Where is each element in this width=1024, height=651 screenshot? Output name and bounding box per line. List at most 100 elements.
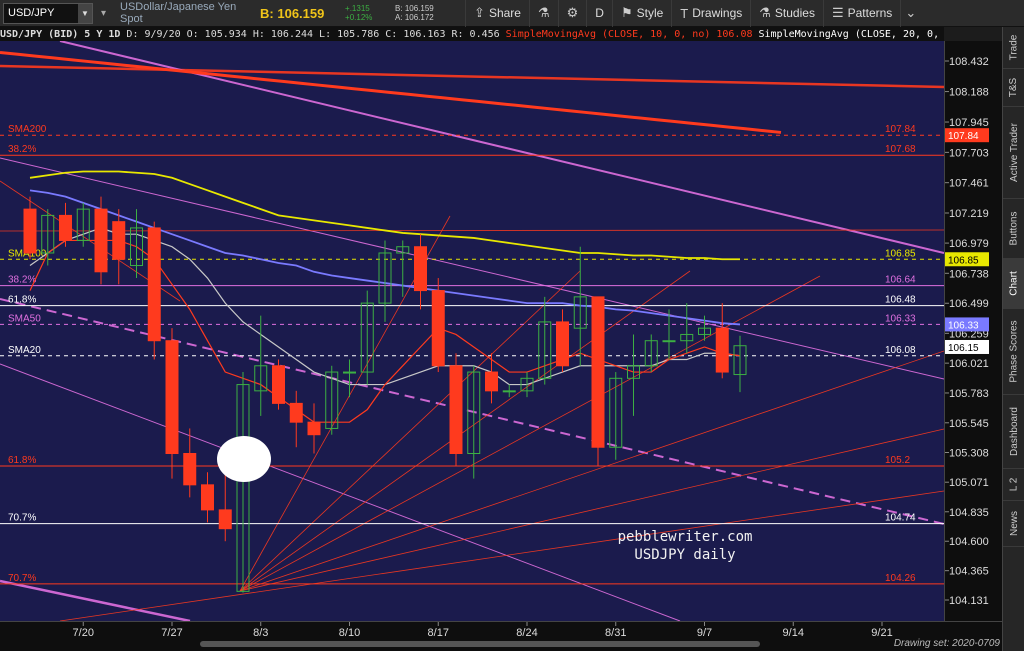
header-date: D: 9/9/20 xyxy=(126,28,181,40)
price-tag-label: 106.33 xyxy=(948,320,979,331)
y-tick-label: 107.461 xyxy=(949,178,989,190)
tab-phase-scores[interactable]: Phase Scores xyxy=(1003,309,1024,395)
drawings-button[interactable]: T Drawings xyxy=(671,0,750,27)
candle-body xyxy=(431,290,445,367)
candle-body xyxy=(289,402,303,423)
price-tag-label: 106.15 xyxy=(948,343,979,354)
period-button[interactable]: D xyxy=(586,0,612,27)
time-scrollbar[interactable] xyxy=(200,641,760,647)
header-close: C: 106.163 xyxy=(385,28,446,40)
patterns-button[interactable]: ☰ Patterns xyxy=(822,0,900,27)
style-label: Style xyxy=(636,6,664,20)
x-tick-label: 8/10 xyxy=(339,627,360,639)
chart-plot-area[interactable]: SMA200 107.84 38.2% 107.68 SMA100 106.85 38.2%… xyxy=(0,41,944,621)
studies-button[interactable]: ⚗ Studies xyxy=(750,0,823,27)
studies-icon: ⚗ xyxy=(759,5,771,20)
tab-label: Active Trader xyxy=(1008,123,1020,182)
candle-body xyxy=(307,421,321,436)
candle-body xyxy=(414,246,427,292)
y-tick-label: 106.738 xyxy=(949,268,989,280)
price-axis-svg: 108.432 108.188 107.945 107.703 107.461 107.2… xyxy=(945,56,989,607)
level-value: 106.48 xyxy=(885,295,916,306)
settings-button[interactable]: ⚙ xyxy=(557,0,587,27)
level-label: 61.8% xyxy=(8,295,36,306)
watermark: pebblewriter.com USDJPY daily xyxy=(600,528,770,564)
studies-label: Studies xyxy=(774,6,815,20)
header-open: O: 105.934 xyxy=(186,28,247,40)
ask-value: A: 106.172 xyxy=(395,13,434,22)
candle-body xyxy=(165,340,179,455)
y-tick-label: 105.308 xyxy=(949,447,989,459)
candle-body xyxy=(502,390,516,393)
header-symbol: USD/JPY (BID) 5 Y 1D xyxy=(0,28,121,40)
x-tick-label: 8/17 xyxy=(428,627,449,639)
level-value: 106.33 xyxy=(885,313,916,324)
price-tag-label: 107.84 xyxy=(948,131,979,142)
tab-dashboard[interactable]: Dashboard xyxy=(1003,395,1024,469)
share-button[interactable]: ⇪ Share xyxy=(465,0,529,27)
tab-label: T&S xyxy=(1008,77,1020,98)
tab-label: Phase Scores xyxy=(1008,320,1020,383)
tab-news[interactable]: News xyxy=(1003,501,1024,547)
dropdown-arrow-icon[interactable]: ▾ xyxy=(101,8,106,19)
candle-body xyxy=(485,371,498,392)
candle-body xyxy=(591,296,605,448)
candle-body xyxy=(715,327,729,373)
flask-button[interactable]: ⚗ xyxy=(528,0,558,27)
header-range: R: 0.456 xyxy=(451,28,500,40)
x-tick-label: 8/31 xyxy=(605,627,626,639)
trendline xyxy=(239,428,944,592)
level-value: 107.84 xyxy=(885,124,916,135)
level-value: 105.2 xyxy=(885,455,910,466)
candle-body xyxy=(94,208,108,273)
symbol-text[interactable]: USD/JPY xyxy=(4,7,78,19)
x-tick-label: 9/14 xyxy=(783,627,804,639)
tab-label: Buttons xyxy=(1008,211,1020,246)
tab-chart[interactable]: Chart xyxy=(1003,259,1024,309)
price-axis[interactable]: 108.432 108.188 107.945 107.703 107.461 107.2… xyxy=(944,41,1002,621)
style-button[interactable]: ⚑ Style xyxy=(611,0,671,27)
candle-body xyxy=(112,221,126,260)
drawings-label: Drawings xyxy=(692,6,743,20)
chart-svg: SMA200 107.8438.2% 107.68SMA100 106.8538.2%… xyxy=(0,41,944,621)
chevron-down-icon[interactable]: ▼ xyxy=(78,3,92,23)
tab-l2[interactable]: L 2 xyxy=(1003,469,1024,501)
y-tick-label: 104.600 xyxy=(949,536,989,548)
header-sma10-value: 106.08 xyxy=(716,28,753,40)
y-tick-label: 105.545 xyxy=(949,418,989,430)
level-label: SMA20 xyxy=(8,345,41,356)
level-label: 61.8% xyxy=(8,455,36,466)
level-value: 106.08 xyxy=(885,345,916,356)
time-axis-svg: 7/20 7/27 8/3 8/10 8/17 8/24 8/31 9/7 9/14 9/21 xyxy=(73,622,893,639)
x-tick-label: 9/21 xyxy=(871,627,892,639)
x-tick-label: 7/20 xyxy=(73,627,94,639)
candle-body xyxy=(183,453,197,486)
level-label: 38.2% xyxy=(8,144,36,155)
header-sma20[interactable]: SimpleMovingAvg (CLOSE, 20, 0, no) xyxy=(758,29,944,40)
style-icon: ⚑ xyxy=(620,5,633,20)
tab-trade[interactable]: Trade xyxy=(1003,27,1024,69)
y-tick-label: 108.188 xyxy=(949,87,989,99)
level-label: SMA50 xyxy=(8,313,41,324)
tab-label: Trade xyxy=(1008,34,1020,61)
candle-body xyxy=(272,365,285,404)
level-value: 106.85 xyxy=(885,248,916,259)
trendline xyxy=(59,490,944,621)
y-tick-label: 105.783 xyxy=(949,388,989,400)
header-sma10[interactable]: SimpleMovingAvg (CLOSE, 10, 0, no) xyxy=(506,29,711,40)
tab-active-trader[interactable]: Active Trader xyxy=(1003,107,1024,199)
symbol-selector[interactable]: USD/JPY ▼ xyxy=(3,2,93,24)
watermark-line1: pebblewriter.com xyxy=(617,529,753,545)
y-tick-label: 107.945 xyxy=(949,117,989,129)
trendline xyxy=(0,579,191,621)
symbol-description: USDollar/Japanese Yen Spot xyxy=(120,1,237,25)
candle-body xyxy=(662,340,676,343)
level-label: 70.7% xyxy=(8,573,36,584)
tab-buttons[interactable]: Buttons xyxy=(1003,199,1024,259)
trendline xyxy=(0,298,944,525)
y-tick-label: 106.979 xyxy=(949,238,989,250)
more-button[interactable]: ⌄ xyxy=(900,0,920,27)
tab-ts[interactable]: T&S xyxy=(1003,69,1024,107)
bid-value: B: 106.159 xyxy=(395,4,434,13)
time-axis[interactable]: 7/20 7/27 8/3 8/10 8/17 8/24 8/31 9/7 9/14 9/21 D… xyxy=(0,621,1002,651)
